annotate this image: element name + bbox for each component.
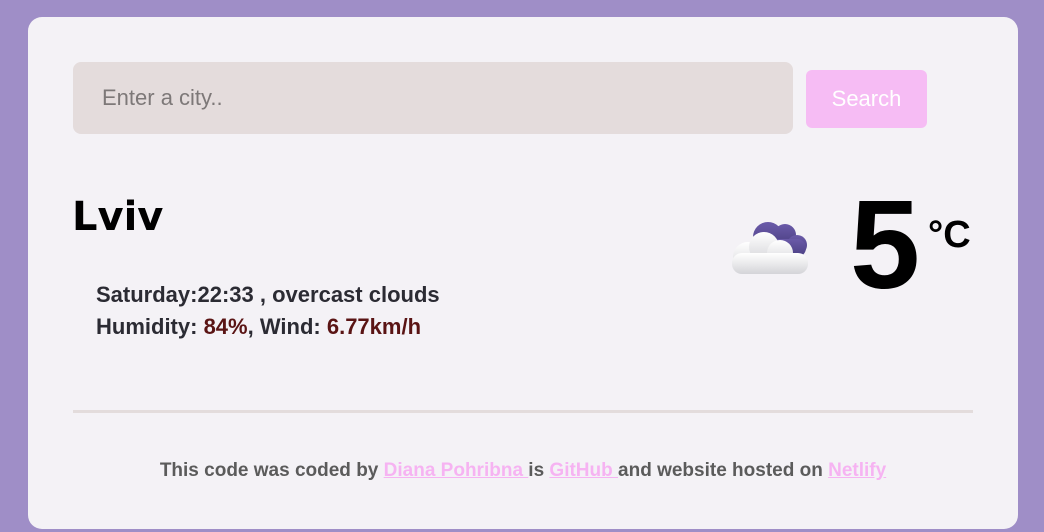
humidity-wind-line: Humidity: 84%, Wind: 6.77km/h xyxy=(96,314,422,339)
temperature-value: 5 xyxy=(850,174,921,315)
weather-details: Saturday:22:33 , overcast clouds Humidit… xyxy=(96,279,440,343)
weather-card: Search Lviv Saturday:22:33 , overcast cl… xyxy=(28,17,1018,529)
city-search-input[interactable] xyxy=(73,62,793,134)
time-label: 22:33 xyxy=(197,282,254,307)
cloud-icon xyxy=(732,222,808,274)
author-link[interactable]: Diana Pohribna xyxy=(384,460,529,481)
footer-text-hosted: and website hosted on xyxy=(618,460,829,481)
weather-description: overcast clouds xyxy=(272,282,440,307)
search-button[interactable]: Search xyxy=(806,70,927,128)
footer-text-is: is xyxy=(528,460,550,481)
temperature-unit: °C xyxy=(928,214,971,256)
wind-value: 6.77km/h xyxy=(326,314,422,339)
city-name: Lviv xyxy=(72,194,164,240)
netlify-link[interactable]: Netlify xyxy=(828,460,886,481)
divider xyxy=(73,410,973,413)
humidity-label: Humidity: xyxy=(96,314,204,339)
footer-text-coded-by: This code was coded by xyxy=(159,460,384,481)
wind-label: Wind: xyxy=(259,314,327,339)
footer: This code was coded by Diana Pohribna is… xyxy=(28,458,1018,484)
day-label: Saturday xyxy=(96,282,191,307)
day-time-description: Saturday:22:33 , overcast clouds xyxy=(96,282,440,307)
github-link[interactable]: GitHub xyxy=(549,460,618,481)
humidity-value: 84% xyxy=(203,314,248,339)
